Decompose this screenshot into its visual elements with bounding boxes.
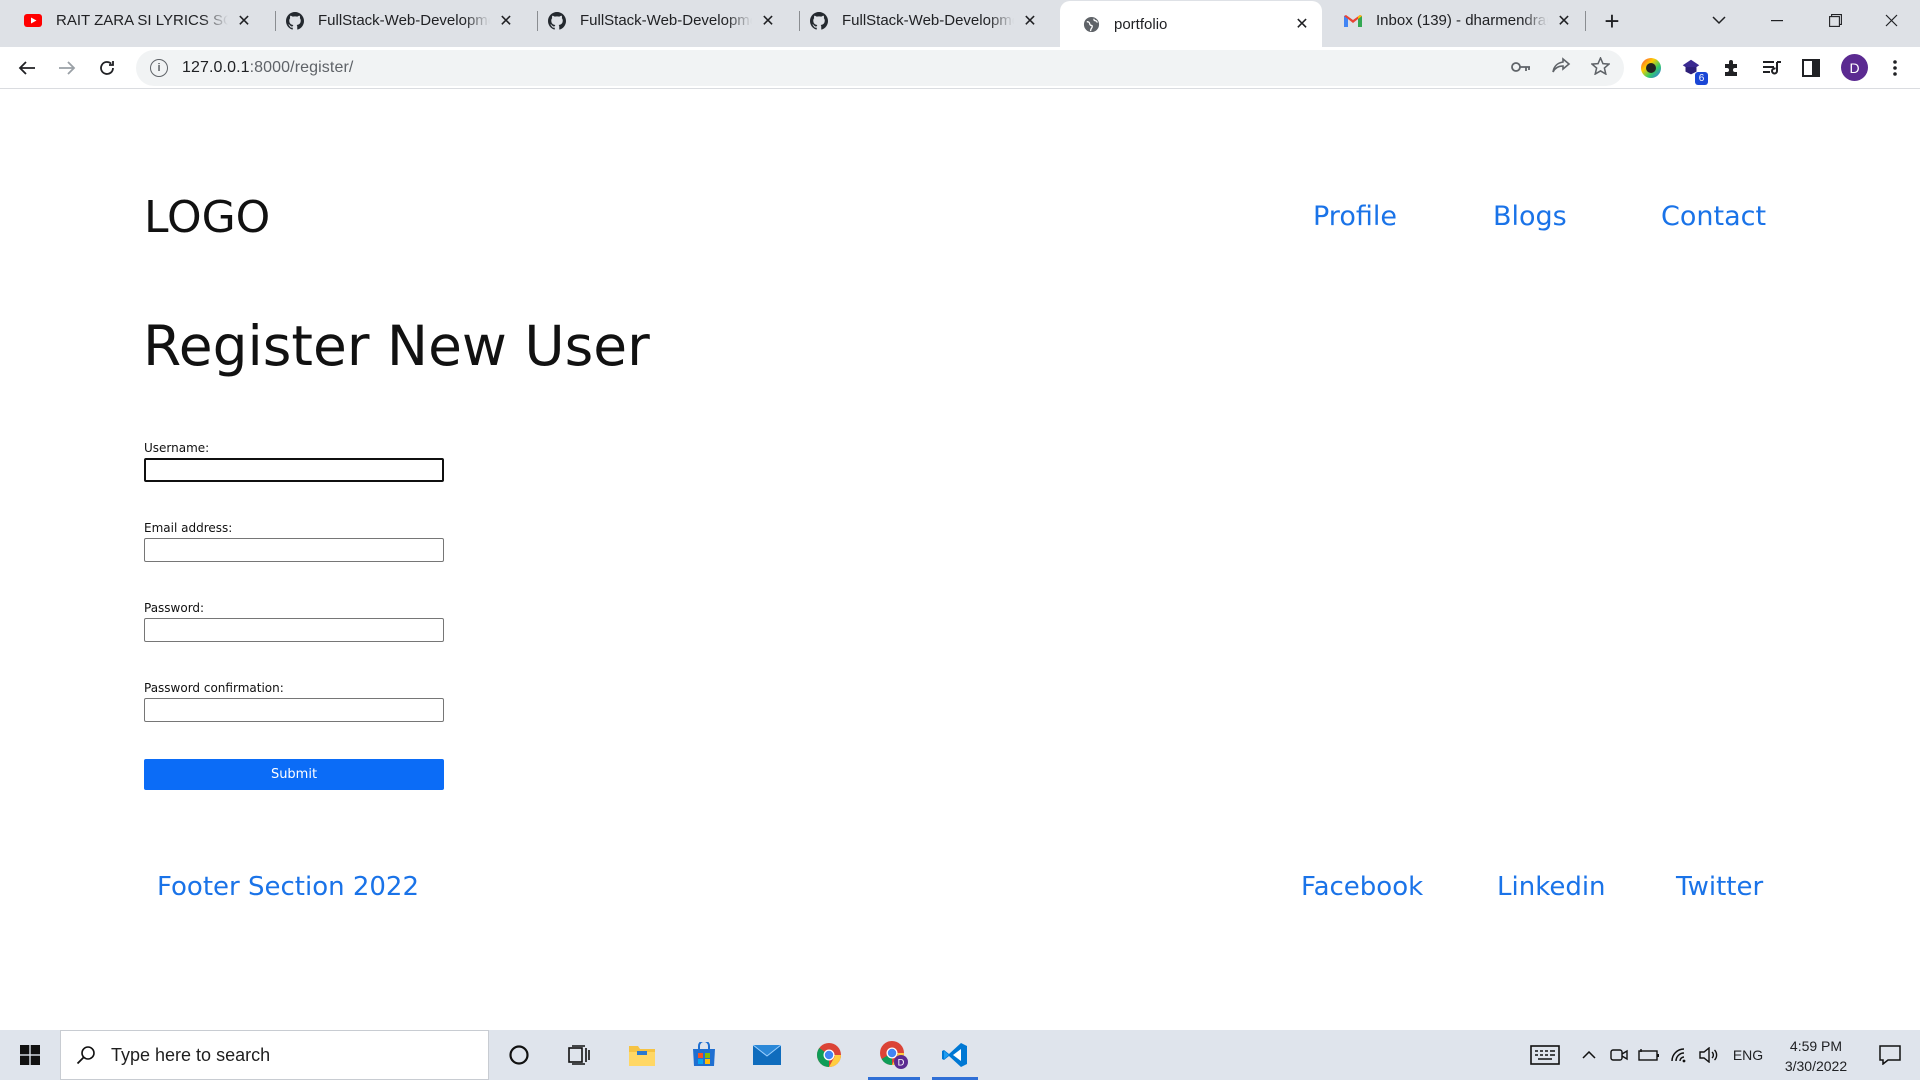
taskbar-clock[interactable]: 4:59 PM 3/30/2022 [1766, 1036, 1866, 1076]
chrome-icon[interactable] [802, 1030, 856, 1080]
browser-toolbar: i 127.0.0.1:8000/register/ 6 D [0, 47, 1920, 89]
tab-search-button[interactable] [1690, 0, 1748, 41]
microsoft-store-icon[interactable] [677, 1030, 731, 1080]
github-icon [286, 11, 304, 30]
mail-icon[interactable] [740, 1030, 794, 1080]
tab-separator [1585, 11, 1586, 31]
page-title: Register New User [143, 314, 650, 378]
media-controls-icon[interactable] [1761, 57, 1783, 79]
omnibox-actions [1511, 56, 1611, 80]
tab-title: FullStack-Web-Developmen [842, 12, 1014, 29]
nav-link-blogs[interactable]: Blogs [1493, 201, 1567, 232]
close-icon[interactable]: ✕ [234, 11, 254, 31]
close-window-button[interactable] [1862, 0, 1920, 41]
globe-icon [1082, 15, 1100, 33]
nav-link-profile[interactable]: Profile [1313, 201, 1397, 232]
windows-logo-icon [20, 1045, 40, 1065]
keyboard-layout-icon[interactable] [1528, 1030, 1562, 1080]
cortana-icon[interactable] [492, 1030, 546, 1080]
close-icon[interactable]: ✕ [1292, 14, 1312, 34]
meet-now-icon[interactable] [1608, 1030, 1630, 1080]
tab-title: portfolio [1114, 15, 1168, 33]
back-button[interactable] [12, 53, 42, 83]
password-confirmation-input[interactable] [144, 698, 444, 722]
gmail-icon [1344, 12, 1362, 30]
svg-text:D: D [898, 1059, 905, 1069]
github-icon [548, 11, 566, 30]
wifi-icon[interactable] [1668, 1030, 1692, 1080]
youtube-icon [24, 12, 42, 30]
password-label: Password: [144, 601, 205, 615]
username-label: Username: [144, 441, 210, 455]
browser-tab-strip: RAIT ZARA SI LYRICS SONG ✕ FullStack-Web… [0, 0, 1920, 47]
minimize-button[interactable] [1748, 0, 1806, 41]
share-icon[interactable] [1551, 57, 1571, 80]
tab-title: FullStack-Web-Developmen [580, 12, 752, 29]
url-host: 127.0.0.1 [182, 59, 250, 76]
footer-text: Footer Section 2022 [157, 872, 420, 902]
tab-github-2[interactable]: FullStack-Web-Developmen ✕ [526, 0, 788, 41]
bookmark-star-icon[interactable] [1590, 56, 1611, 80]
close-icon[interactable]: ✕ [496, 11, 516, 31]
url-text[interactable]: 127.0.0.1:8000/register/ [182, 59, 353, 77]
url-path: :8000/register/ [249, 59, 354, 76]
taskbar-search-box[interactable]: Type here to search [60, 1030, 489, 1080]
github-icon [810, 11, 828, 30]
clock-time: 4:59 PM [1789, 1038, 1843, 1054]
tab-github-1[interactable]: FullStack-Web-Developmen ✕ [264, 0, 526, 41]
info-icon[interactable]: i [150, 59, 168, 77]
notifications-icon[interactable] [1868, 1030, 1912, 1080]
close-icon[interactable]: ✕ [758, 11, 778, 31]
volume-icon[interactable] [1697, 1030, 1721, 1080]
windows-start-button[interactable] [0, 1030, 60, 1080]
puzzle-extensions-icon[interactable] [1721, 57, 1743, 79]
profile-avatar[interactable]: D [1841, 54, 1868, 81]
extension-badge: 6 [1695, 72, 1708, 85]
footer-link-facebook[interactable]: Facebook [1301, 872, 1423, 902]
email-input[interactable] [144, 538, 444, 562]
footer-link-twitter[interactable]: Twitter [1676, 872, 1763, 902]
search-icon [75, 1044, 97, 1066]
tab-title: FullStack-Web-Developmen [318, 12, 490, 29]
password-confirmation-label: Password confirmation: [144, 681, 284, 695]
close-icon[interactable]: ✕ [1554, 11, 1574, 31]
forward-button[interactable] [52, 53, 82, 83]
tab-gmail[interactable]: Inbox (139) - dharmendra6 ✕ [1322, 0, 1584, 41]
site-logo[interactable]: LOGO [144, 192, 270, 243]
chrome-profile-icon[interactable]: D [864, 1030, 924, 1080]
color-picker-extension-icon[interactable] [1640, 57, 1662, 79]
task-view-icon[interactable] [553, 1030, 607, 1080]
search-placeholder: Type here to search [111, 1044, 271, 1065]
tab-portfolio-active[interactable]: portfolio ✕ [1060, 1, 1322, 47]
footer-link-linkedin[interactable]: Linkedin [1497, 872, 1606, 902]
submit-button[interactable]: Submit [144, 759, 444, 790]
username-input[interactable] [144, 458, 444, 482]
tab-title: Inbox (139) - dharmendra6 [1376, 12, 1548, 29]
page-content: LOGO Profile Blogs Contact Register New … [0, 89, 1920, 1030]
file-explorer-icon[interactable] [615, 1030, 669, 1080]
reload-button[interactable] [92, 53, 122, 83]
show-hidden-icons-chevron-icon[interactable] [1580, 1030, 1598, 1080]
password-input[interactable] [144, 618, 444, 642]
windows-taskbar: Type here to search D ENG 4:59 PM 3/30/2… [0, 1030, 1920, 1080]
tab-github-3[interactable]: FullStack-Web-Developmen ✕ [788, 0, 1050, 41]
nav-link-contact[interactable]: Contact [1661, 201, 1766, 232]
tab-title: RAIT ZARA SI LYRICS SONG [56, 12, 228, 29]
battery-icon[interactable] [1637, 1030, 1661, 1080]
key-icon[interactable] [1511, 57, 1531, 80]
close-icon[interactable]: ✕ [1020, 11, 1040, 31]
email-label: Email address: [144, 521, 233, 535]
address-bar[interactable]: i 127.0.0.1:8000/register/ [136, 50, 1624, 86]
extension-with-badge-icon[interactable]: 6 [1680, 57, 1708, 85]
tab-youtube[interactable]: RAIT ZARA SI LYRICS SONG ✕ [2, 0, 264, 41]
side-panel-icon[interactable] [1800, 57, 1822, 79]
restore-button[interactable] [1806, 0, 1864, 41]
more-menu-icon[interactable] [1884, 57, 1906, 79]
vscode-icon[interactable] [928, 1030, 982, 1080]
input-language[interactable]: ENG [1728, 1030, 1768, 1080]
new-tab-button[interactable]: + [1599, 8, 1625, 34]
clock-date: 3/30/2022 [1784, 1058, 1848, 1074]
